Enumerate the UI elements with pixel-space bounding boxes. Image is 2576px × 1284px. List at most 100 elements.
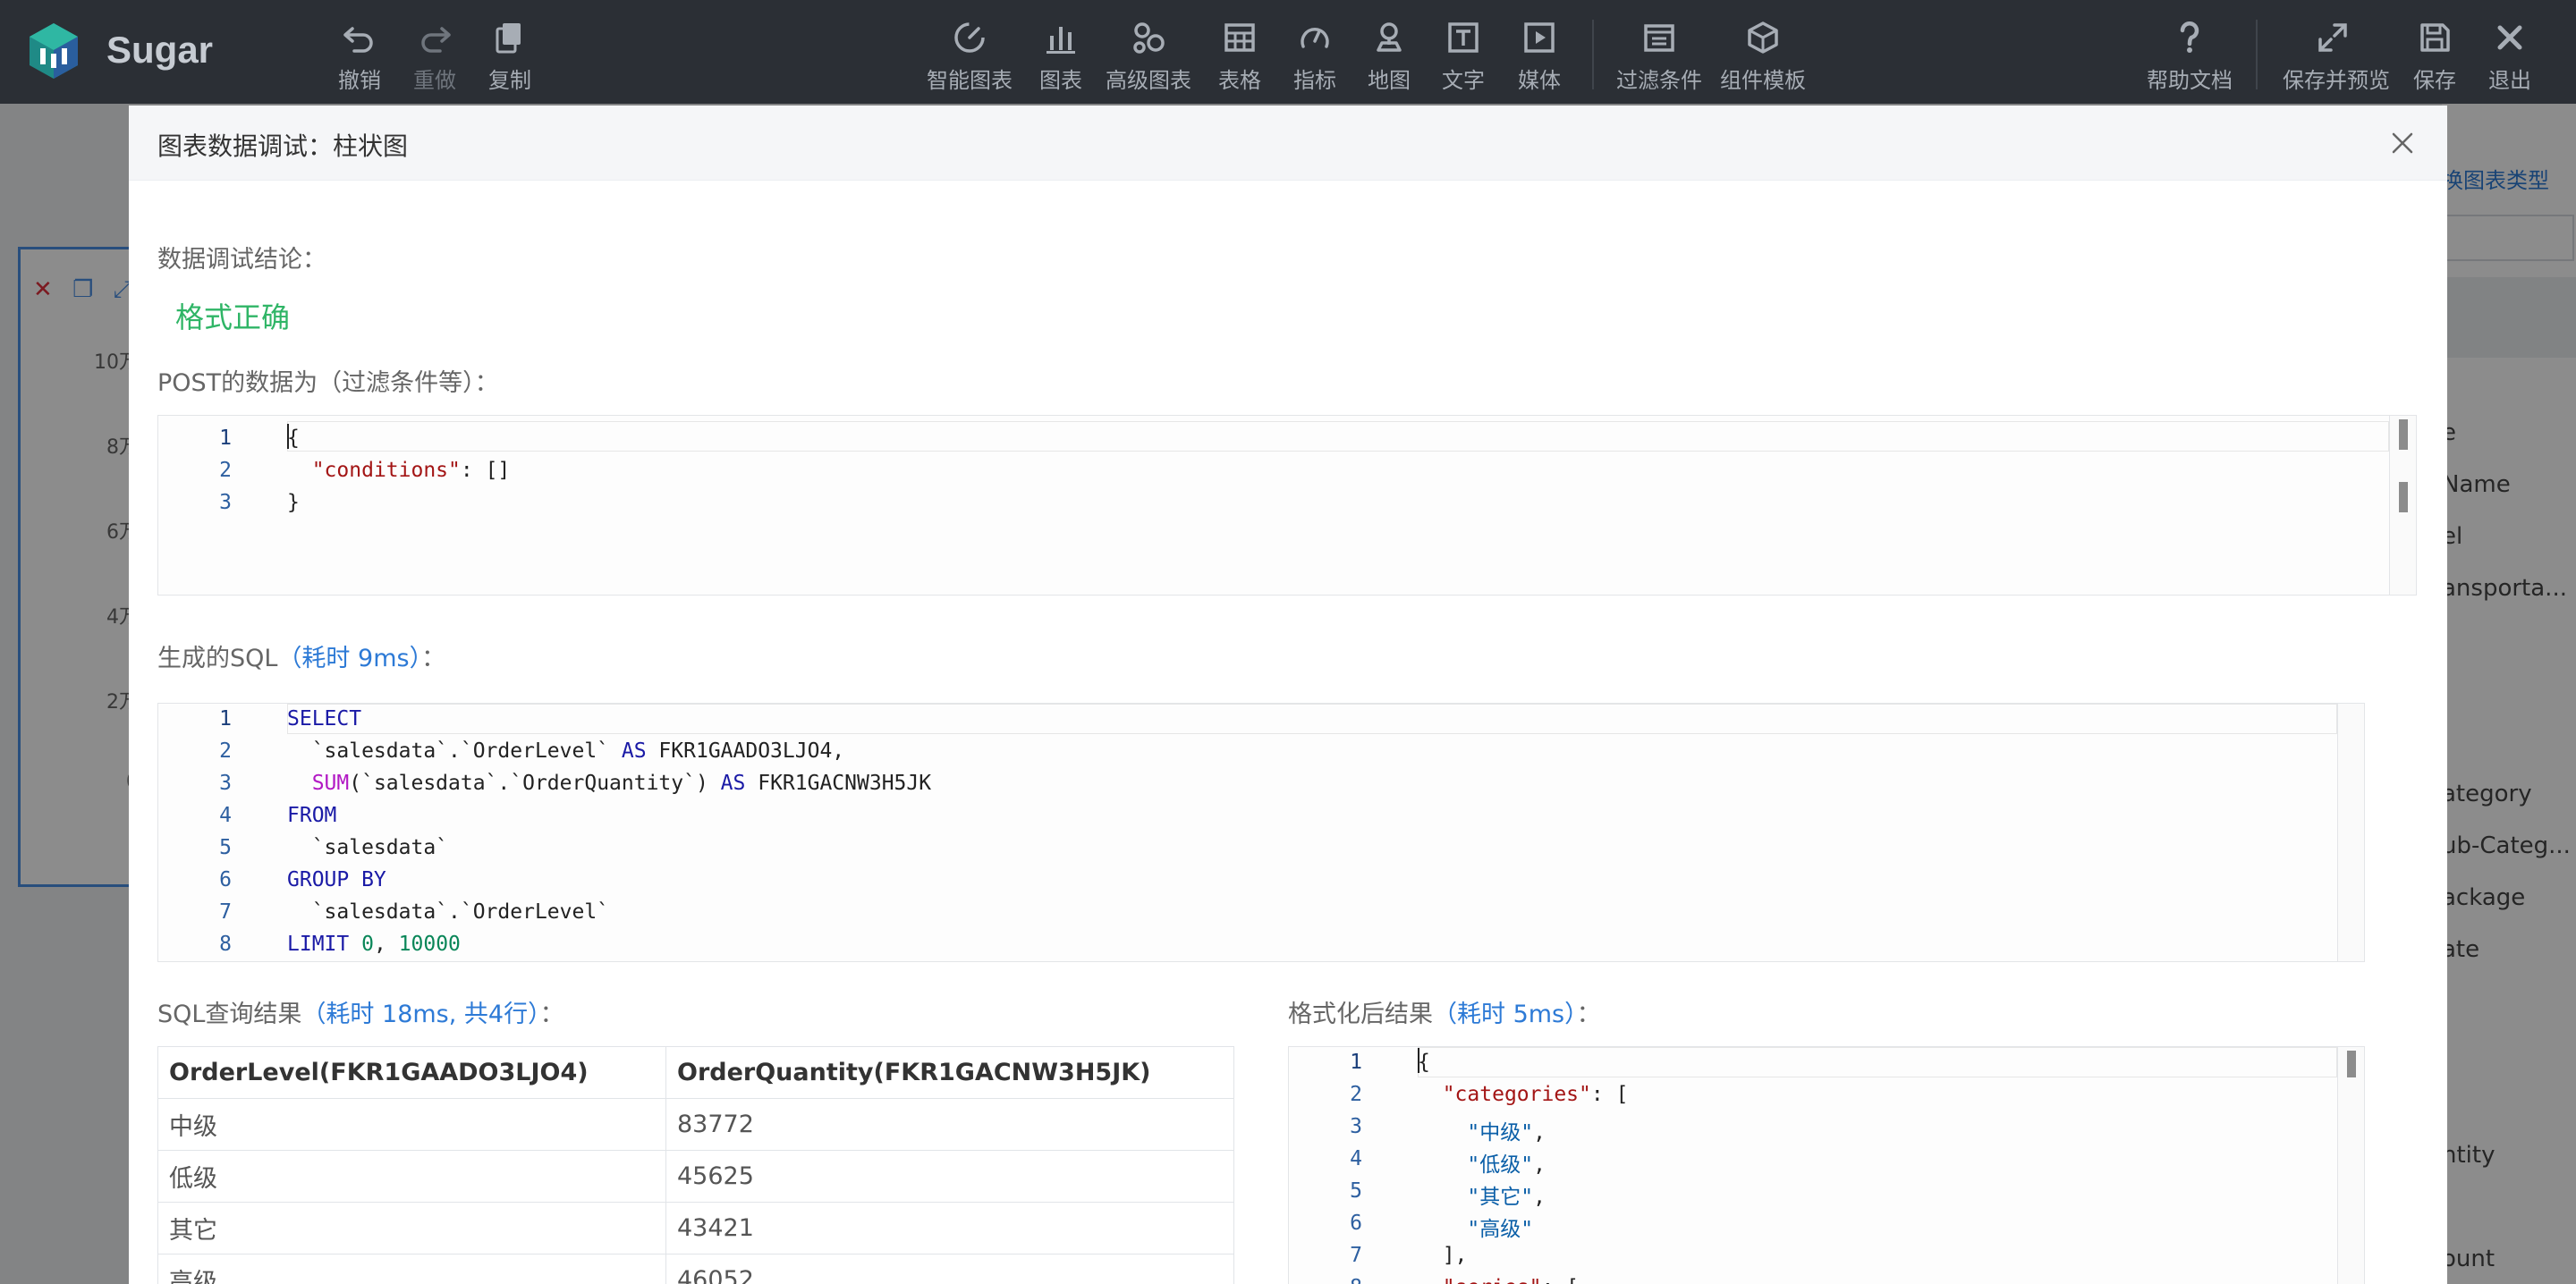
dialog-header: 图表数据调试：柱状图 [129,106,2447,181]
help-button[interactable]: 帮助文档 [2140,16,2240,93]
dialog-close-button[interactable] [2385,125,2420,161]
code-token: LIMIT [287,933,350,956]
code-line: `salesdata` [287,836,448,859]
code-token: (`salesdata`.`OrderQuantity`) [349,772,721,795]
code-token: } [287,491,300,514]
chart-data-debug-dialog: 图表数据调试：柱状图 数据调试结论： 格式正确 POST的数据为（过滤条件等）：… [129,106,2447,1284]
table-row: 其它 43421 [157,1202,1234,1254]
line-gutter: 1 2 3 [158,416,257,595]
active-line-highlight [1418,1047,2337,1077]
code-token: : [ [1541,1276,1579,1284]
filter-button[interactable]: 过滤条件 [1609,16,1709,93]
line-number: 7 [219,900,232,924]
code-token: FKR1GACNW3H5JK [745,772,932,795]
table-row: 高级 46052 [157,1254,1234,1284]
formatted-result-editor[interactable]: 1 2 3 4 5 6 7 8 { "categories": [ "中级", … [1288,1046,2365,1284]
code-token: , [1533,1121,1546,1145]
code-line: `salesdata`.`OrderLevel` [287,900,609,924]
code-line: { [1418,1051,1430,1074]
template-label: 组件模板 [1720,68,1806,93]
code-line: { [287,427,300,450]
question-icon [2180,21,2199,53]
code-token: `salesdata`.`OrderLevel` [287,739,622,763]
close-icon [2392,132,2413,154]
cube-icon [1748,21,1778,54]
code-token: { [1418,1051,1430,1074]
table-cell: 低级 [157,1150,666,1203]
line-number: 7 [1350,1244,1362,1267]
code-token: "categories" [1442,1083,1591,1106]
active-line-highlight [287,704,2337,734]
code-token: , [373,933,399,956]
line-number: 2 [219,459,232,482]
code-token: "低级" [1467,1153,1534,1177]
code-token: "conditions" [311,459,461,482]
code-line: `salesdata`.`OrderLevel` AS FKR1GAADO3LJ… [287,739,844,763]
line-gutter: 1 2 3 4 5 6 7 8 [1289,1047,1387,1284]
line-number: 1 [1350,1051,1362,1074]
copy-button[interactable]: 复制 [460,16,560,93]
save-preview-button[interactable]: 保存并预览 [2283,16,2390,93]
gauge-icon [1301,28,1329,48]
code-token: , [1533,1186,1546,1209]
table-row: 低级 45625 [157,1150,1234,1203]
line-number: 8 [1350,1276,1362,1284]
editor-scrollbar[interactable] [2389,416,2416,595]
template-button[interactable]: 组件模板 [1713,16,1813,93]
line-number: 6 [219,868,232,891]
result-label: SQL查询结果（耗时 18ms, 共4行）： [157,994,564,1029]
smart-chart-button[interactable]: 智能图表 [919,16,1020,93]
app-name: Sugar [106,29,214,71]
exit-button[interactable]: 退出 [2460,16,2560,93]
table-icon [1224,23,1255,52]
code-token: : [ [1590,1083,1629,1106]
code-token: 10000 [398,933,461,956]
code-line: } [287,491,300,514]
conclusion-status: 格式正确 [175,300,291,334]
line-number: 2 [219,739,232,763]
copy-label: 复制 [488,68,531,93]
toolbar-divider [1592,20,1594,89]
code-token: SUM [311,772,350,795]
advanced-chart-button[interactable]: 高级图表 [1098,16,1199,93]
sql-label: 生成的SQL（耗时 9ms）： [157,638,445,673]
media-button[interactable]: 媒体 [1489,16,1589,93]
scrollbar-thumb[interactable] [2399,419,2408,450]
dialog-title: 图表数据调试：柱状图 [157,131,409,161]
code-token: SELECT [287,707,362,731]
code-line: GROUP BY [287,868,386,891]
toolbar-divider [2256,20,2258,89]
code-line: "中级", [1418,1115,1546,1145]
scrollbar-thumb[interactable] [2347,1051,2356,1077]
editor-scrollbar[interactable] [2337,1047,2364,1284]
sql-result-table: OrderLevel(FKR1GAADO3LJO4) OrderQuantity… [157,1046,1234,1284]
code-token: "series" [1443,1276,1542,1284]
sql-label-suffix: ： [421,645,446,672]
sql-time: （耗时 9ms） [277,645,422,672]
code-line: "conditions": [] [287,459,511,482]
code-token: AS [621,739,647,763]
formatted-time: （耗时 5ms） [1433,1001,1577,1028]
line-number: 4 [219,804,232,827]
text-cursor [1418,1048,1419,1073]
top-toolbar: Sugar 撤销 重做 复制 智能图表 图表 高级图表 表格 指标 地图 文字 [0,0,2576,104]
code-line: LIMIT 0, 10000 [287,933,461,956]
line-number: 8 [219,933,232,956]
editor-scrollbar[interactable] [2337,704,2364,961]
post-data-editor[interactable]: 1 2 3 { "conditions": [] } [157,415,2417,596]
formatted-label: 格式化后结果（耗时 5ms）： [1288,994,1601,1029]
table-row: 中级 83772 [157,1098,1234,1151]
scrollbar-thumb[interactable] [2399,482,2408,512]
result-time: （耗时 18ms, 共4行） [301,1001,540,1028]
bar-chart-icon [1046,27,1075,54]
code-token: "中级" [1467,1121,1534,1145]
text-cursor [287,424,289,449]
chart-button[interactable]: 图表 [1011,16,1111,93]
sql-editor[interactable]: 1 2 3 4 5 6 7 8 SELECT `salesdata`.`Orde… [157,703,2365,962]
line-number: 1 [219,707,232,731]
code-line: FROM [287,804,336,827]
line-number: 6 [1350,1212,1362,1235]
line-number: 2 [1350,1083,1362,1106]
code-token: "其它" [1467,1186,1534,1209]
code-line: "低级", [1418,1147,1546,1178]
